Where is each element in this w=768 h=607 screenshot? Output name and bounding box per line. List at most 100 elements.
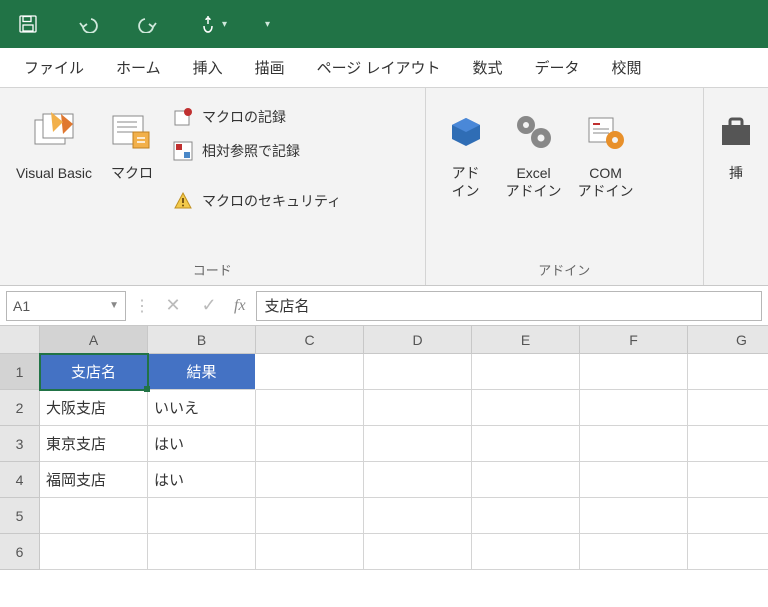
com-addins-button[interactable]: COM アドイン xyxy=(570,98,642,206)
ribbon: Visual Basic マクロ マクロの記録 xyxy=(0,88,768,286)
row-header-3[interactable]: 3 xyxy=(0,426,40,462)
cell-G3[interactable] xyxy=(688,426,768,462)
cell-B2[interactable]: いいえ xyxy=(148,390,256,426)
cell-D3[interactable] xyxy=(364,426,472,462)
cell-B4[interactable]: はい xyxy=(148,462,256,498)
cell-D5[interactable] xyxy=(364,498,472,534)
qat-customize-icon[interactable]: ▾ xyxy=(265,19,270,30)
cell-F3[interactable] xyxy=(580,426,688,462)
formula-input[interactable]: 支店名 xyxy=(256,291,762,321)
relative-reference-icon xyxy=(172,140,194,162)
record-macro-label: マクロの記録 xyxy=(202,107,286,127)
name-box[interactable]: A1 ▼ xyxy=(6,291,126,321)
cell-F2[interactable] xyxy=(580,390,688,426)
ribbon-group-addins: アド イン Excel アドイン COM アドイン アドイン xyxy=(426,88,704,285)
qat-dropdown-icon[interactable]: ▾ xyxy=(222,19,227,30)
name-box-dropdown-icon[interactable]: ▼ xyxy=(109,300,119,311)
cell-F6[interactable] xyxy=(580,534,688,570)
cell-E6[interactable] xyxy=(472,534,580,570)
tab-data[interactable]: データ xyxy=(519,48,596,87)
cell-D1[interactable] xyxy=(364,354,472,390)
tab-page-layout[interactable]: ページ レイアウト xyxy=(301,48,457,87)
ribbon-group-truncated: 挿 xyxy=(704,88,768,285)
cell-C3[interactable] xyxy=(256,426,364,462)
cell-A2[interactable]: 大阪支店 xyxy=(40,390,148,426)
macro-security-button[interactable]: マクロのセキュリティ xyxy=(164,184,349,218)
tab-formulas[interactable]: 数式 xyxy=(456,48,518,87)
cell-B3[interactable]: はい xyxy=(148,426,256,462)
col-header-A[interactable]: A xyxy=(40,326,148,354)
cell-C6[interactable] xyxy=(256,534,364,570)
name-box-value: A1 xyxy=(13,298,30,314)
row-header-2[interactable]: 2 xyxy=(0,390,40,426)
addins-button[interactable]: アド イン xyxy=(434,98,498,206)
col-header-C[interactable]: C xyxy=(256,326,364,354)
redo-icon[interactable] xyxy=(132,8,164,40)
row-header-4[interactable]: 4 xyxy=(0,462,40,498)
cell-E4[interactable] xyxy=(472,462,580,498)
com-addins-label: COM アドイン xyxy=(578,164,634,200)
cell-B6[interactable] xyxy=(148,534,256,570)
tab-file[interactable]: ファイル xyxy=(8,48,100,87)
formula-bar: A1 ▼ ⋮ ✕ ✓ fx 支店名 xyxy=(0,286,768,326)
spreadsheet-grid[interactable]: A B C D E F G 1 支店名 結果 2 大阪支店 いいえ 3 東京支店… xyxy=(0,326,768,570)
select-all-corner[interactable] xyxy=(0,326,40,354)
tab-home[interactable]: ホーム xyxy=(100,48,177,87)
cell-G4[interactable] xyxy=(688,462,768,498)
cell-E5[interactable] xyxy=(472,498,580,534)
touch-mode-icon[interactable] xyxy=(192,8,224,40)
macros-label: マクロ xyxy=(111,164,153,182)
save-icon[interactable] xyxy=(12,8,44,40)
tab-review[interactable]: 校閲 xyxy=(596,48,658,87)
visual-basic-button[interactable]: Visual Basic xyxy=(8,98,100,188)
fx-label[interactable]: fx xyxy=(230,297,250,315)
cell-D6[interactable] xyxy=(364,534,472,570)
tab-draw[interactable]: 描画 xyxy=(239,48,301,87)
excel-addins-button[interactable]: Excel アドイン xyxy=(498,98,570,206)
col-header-F[interactable]: F xyxy=(580,326,688,354)
col-header-G[interactable]: G xyxy=(688,326,768,354)
tab-insert[interactable]: 挿入 xyxy=(177,48,239,87)
visual-basic-icon xyxy=(31,104,77,160)
formula-bar-expand-icon[interactable]: ⋮ xyxy=(132,296,152,316)
cell-B1[interactable]: 結果 xyxy=(148,354,256,390)
cell-A5[interactable] xyxy=(40,498,148,534)
undo-icon[interactable] xyxy=(72,8,104,40)
record-macro-button[interactable]: マクロの記録 xyxy=(164,100,349,134)
cell-D2[interactable] xyxy=(364,390,472,426)
cell-A1[interactable]: 支店名 xyxy=(40,354,148,390)
cell-E1[interactable] xyxy=(472,354,580,390)
cell-A3[interactable]: 東京支店 xyxy=(40,426,148,462)
cell-B5[interactable] xyxy=(148,498,256,534)
insert-truncated-label: 挿 xyxy=(729,164,743,182)
cancel-icon[interactable]: ✕ xyxy=(158,295,188,316)
row-header-5[interactable]: 5 xyxy=(0,498,40,534)
cell-A4[interactable]: 福岡支店 xyxy=(40,462,148,498)
row-header-1[interactable]: 1 xyxy=(0,354,40,390)
formula-value: 支店名 xyxy=(265,295,310,316)
cell-F1[interactable] xyxy=(580,354,688,390)
cell-A6[interactable] xyxy=(40,534,148,570)
macros-button[interactable]: マクロ xyxy=(100,98,164,188)
cell-G1[interactable] xyxy=(688,354,768,390)
col-header-D[interactable]: D xyxy=(364,326,472,354)
col-header-E[interactable]: E xyxy=(472,326,580,354)
col-header-B[interactable]: B xyxy=(148,326,256,354)
cell-F5[interactable] xyxy=(580,498,688,534)
cell-E2[interactable] xyxy=(472,390,580,426)
cell-G5[interactable] xyxy=(688,498,768,534)
row-header-6[interactable]: 6 xyxy=(0,534,40,570)
relative-reference-button[interactable]: 相対参照で記録 xyxy=(164,134,349,168)
enter-icon[interactable]: ✓ xyxy=(194,295,224,316)
cell-C5[interactable] xyxy=(256,498,364,534)
cell-G6[interactable] xyxy=(688,534,768,570)
cell-C4[interactable] xyxy=(256,462,364,498)
cell-C2[interactable] xyxy=(256,390,364,426)
cell-G2[interactable] xyxy=(688,390,768,426)
cell-E3[interactable] xyxy=(472,426,580,462)
cell-C1[interactable] xyxy=(256,354,364,390)
cell-D4[interactable] xyxy=(364,462,472,498)
insert-control-button[interactable]: 挿 xyxy=(712,98,760,188)
cell-F4[interactable] xyxy=(580,462,688,498)
excel-addins-label: Excel アドイン xyxy=(506,164,562,200)
